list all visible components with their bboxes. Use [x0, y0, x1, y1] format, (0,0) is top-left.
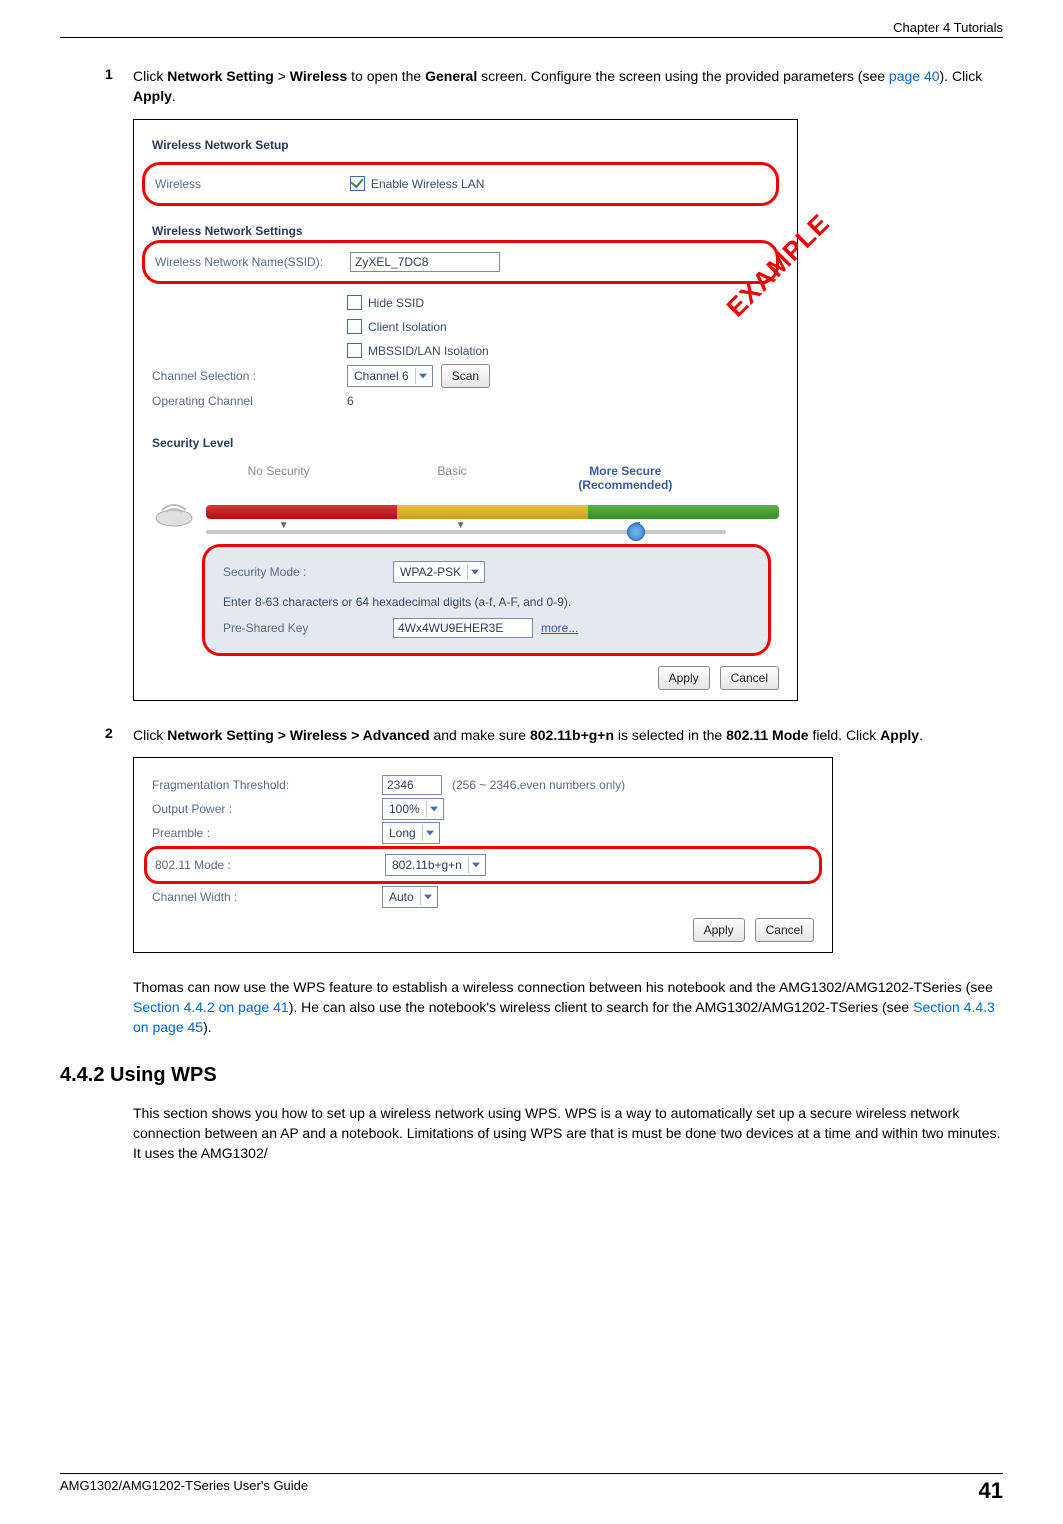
step-text: Click Network Setting > Wireless to open… — [133, 66, 1003, 107]
page-number: 41 — [979, 1478, 1003, 1504]
heading-442: 4.4.2 Using WPS — [60, 1064, 1003, 1087]
section-title: Wireless Network Setup — [152, 138, 779, 152]
enable-wireless-label: Enable Wireless LAN — [371, 177, 484, 191]
page-40-link[interactable]: page 40 — [889, 68, 940, 84]
mode-label: 802.11 Mode : — [155, 858, 385, 872]
psk-label: Pre-Shared Key — [223, 621, 393, 635]
highlight-security-panel: Security Mode : WPA2-PSK Enter 8-63 char… — [202, 544, 771, 656]
channel-width-label: Channel Width : — [152, 890, 382, 904]
paragraph-wps-intro: This section shows you how to set up a w… — [133, 1103, 1003, 1164]
paragraph-thomas: Thomas can now use the WPS feature to es… — [133, 977, 1003, 1038]
hide-ssid-checkbox[interactable] — [347, 295, 362, 310]
operating-channel-value: 6 — [347, 394, 354, 408]
chevron-down-icon — [467, 564, 482, 580]
ssid-input[interactable]: ZyXEL_7DC8 — [350, 252, 500, 272]
channel-selection-label: Channel Selection : — [152, 369, 347, 383]
more-link[interactable]: more... — [541, 621, 578, 635]
client-isolation-checkbox[interactable] — [347, 319, 362, 334]
cancel-button[interactable]: Cancel — [720, 666, 779, 690]
chevron-down-icon — [422, 825, 437, 841]
cancel-button[interactable]: Cancel — [755, 918, 814, 942]
router-icon — [152, 496, 196, 528]
apply-button[interactable]: Apply — [658, 666, 710, 690]
enable-wireless-checkbox[interactable] — [350, 176, 365, 191]
step-2: 2 Click Network Setting > Wireless > Adv… — [105, 725, 1003, 745]
guide-title: AMG1302/AMG1202-TSeries User's Guide — [60, 1478, 308, 1504]
chevron-down-icon — [468, 857, 483, 873]
highlight-wireless-enable: Wireless Enable Wireless LAN — [142, 162, 779, 206]
mbssid-isolation-checkbox[interactable] — [347, 343, 362, 358]
step-number: 2 — [105, 725, 133, 745]
psk-hint: Enter 8-63 characters or 64 hexadecimal … — [223, 595, 571, 609]
scan-button[interactable]: Scan — [441, 364, 490, 388]
chapter-label: Chapter 4 Tutorials — [893, 20, 1003, 35]
mode-select[interactable]: 802.11b+g+n — [385, 854, 486, 876]
wireless-general-screenshot: EXAMPLE Wireless Network Setup Wireless … — [133, 119, 798, 701]
preamble-select[interactable]: Long — [382, 822, 440, 844]
section-title: Wireless Network Settings — [152, 224, 779, 238]
channel-width-select[interactable]: Auto — [382, 886, 438, 908]
ssid-label: Wireless Network Name(SSID): — [155, 255, 350, 269]
frag-hint: (256 ~ 2346,even numbers only) — [452, 778, 625, 792]
security-level-labels: No Security Basic More Secure (Recommend… — [192, 464, 712, 492]
page-header: Chapter 4 Tutorials — [60, 20, 1003, 38]
output-power-select[interactable]: 100% — [382, 798, 444, 820]
mbssid-isolation-label: MBSSID/LAN Isolation — [368, 344, 489, 358]
frag-label: Fragmentation Threshold: — [152, 778, 382, 792]
wireless-advanced-screenshot: Fragmentation Threshold: 2346 (256 ~ 234… — [133, 757, 833, 953]
security-bar — [206, 505, 779, 519]
chevron-down-icon — [415, 368, 430, 384]
step-text: Click Network Setting > Wireless > Advan… — [133, 725, 1003, 745]
frag-input[interactable]: 2346 — [382, 775, 442, 795]
section-442-link[interactable]: Section 4.4.2 on page 41 — [133, 999, 289, 1015]
channel-select[interactable]: Channel 6 — [347, 365, 433, 387]
psk-input[interactable]: 4Wx4WU9EHER3E — [393, 618, 533, 638]
security-mode-select[interactable]: WPA2-PSK — [393, 561, 485, 583]
section-title: Security Level — [152, 436, 779, 450]
slider-knob[interactable] — [627, 523, 645, 541]
step-number: 1 — [105, 66, 133, 107]
highlight-ssid: Wireless Network Name(SSID): ZyXEL_7DC8 — [142, 240, 779, 284]
apply-button[interactable]: Apply — [693, 918, 745, 942]
wireless-label: Wireless — [155, 177, 350, 191]
chevron-down-icon — [426, 801, 441, 817]
security-slider[interactable]: ▼ ▼ ▼ — [206, 530, 726, 534]
operating-channel-label: Operating Channel — [152, 394, 347, 408]
security-mode-label: Security Mode : — [223, 565, 393, 579]
output-power-label: Output Power : — [152, 802, 382, 816]
step-1: 1 Click Network Setting > Wireless to op… — [105, 66, 1003, 107]
hide-ssid-label: Hide SSID — [368, 296, 424, 310]
chevron-down-icon — [420, 889, 435, 905]
client-isolation-label: Client Isolation — [368, 320, 447, 334]
highlight-80211-mode: 802.11 Mode : 802.11b+g+n — [144, 846, 822, 884]
preamble-label: Preamble : — [152, 826, 382, 840]
page-footer: AMG1302/AMG1202-TSeries User's Guide 41 — [60, 1473, 1003, 1504]
